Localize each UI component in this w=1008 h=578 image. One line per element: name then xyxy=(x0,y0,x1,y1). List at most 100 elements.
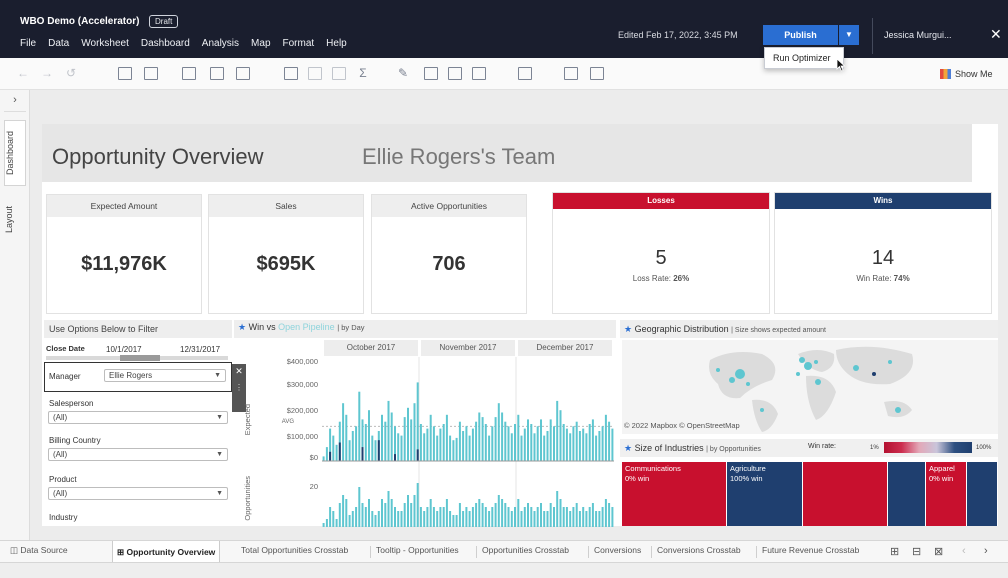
pipeline-bar[interactable] xyxy=(465,426,468,461)
opportunity-count-bar[interactable] xyxy=(345,499,348,527)
opportunity-count-bar[interactable] xyxy=(361,503,364,527)
pipeline-bar[interactable] xyxy=(452,440,455,461)
pipeline-bar[interactable] xyxy=(413,403,416,461)
pipeline-bar[interactable] xyxy=(325,447,328,461)
new-data-source-icon[interactable] xyxy=(182,67,196,80)
tab-tooltip-opportunities[interactable]: Tooltip - Opportunities xyxy=(376,545,459,555)
opportunity-count-bar[interactable] xyxy=(575,503,578,527)
pipeline-bar[interactable] xyxy=(332,435,335,461)
pipeline-bar[interactable] xyxy=(582,428,585,461)
opportunity-count-bar[interactable] xyxy=(439,507,442,527)
salesperson-select[interactable]: (All) ▼ xyxy=(48,411,228,424)
pipeline-bar[interactable] xyxy=(562,424,565,461)
expand-panel-icon[interactable]: › xyxy=(4,94,26,112)
fit-icon[interactable] xyxy=(472,67,486,80)
opportunity-count-bar[interactable] xyxy=(578,511,581,527)
tab-future-revenue-crosstab[interactable]: Future Revenue Crosstab xyxy=(762,545,859,555)
opportunity-count-bar[interactable] xyxy=(556,491,559,527)
opportunity-count-bar[interactable] xyxy=(325,519,328,527)
opportunity-count-bar[interactable] xyxy=(540,503,542,527)
opportunity-count-bar[interactable] xyxy=(371,511,374,527)
pipeline-bar[interactable] xyxy=(364,424,367,461)
pipeline-bar[interactable] xyxy=(400,435,403,461)
treemap-cell-apparel[interactable]: Apparel 0% win xyxy=(926,462,966,526)
opportunity-count-bar[interactable] xyxy=(416,483,419,527)
pipeline-bar[interactable] xyxy=(575,421,578,461)
opportunity-count-bar[interactable] xyxy=(394,507,396,527)
pipeline-bar[interactable] xyxy=(348,440,351,461)
pipeline-bar[interactable] xyxy=(569,433,572,461)
treemap-cell-communications[interactable]: Communications 0% win xyxy=(622,462,726,526)
win-bar[interactable] xyxy=(377,440,380,461)
pipeline-bar[interactable] xyxy=(368,410,370,461)
opportunity-count-bar[interactable] xyxy=(517,499,520,527)
menu-analysis[interactable]: Analysis xyxy=(202,38,239,49)
pipeline-bar[interactable] xyxy=(445,414,448,461)
menu-file[interactable]: File xyxy=(20,38,36,49)
opportunity-count-bar[interactable] xyxy=(452,515,455,527)
opportunity-count-bar[interactable] xyxy=(520,511,523,527)
opportunity-count-bar[interactable] xyxy=(390,499,393,527)
opportunity-count-bar[interactable] xyxy=(588,507,591,527)
tab-total-opportunities-crosstab[interactable]: Total Opportunities Crosstab xyxy=(241,545,348,555)
opportunity-count-bar[interactable] xyxy=(507,507,510,527)
opportunity-count-bar[interactable] xyxy=(569,511,572,527)
wins-card[interactable]: Wins 14 Win Rate: 74% xyxy=(774,192,992,314)
treemap-cell-agriculture[interactable]: Agriculture 100% win xyxy=(727,462,802,526)
pipeline-bar[interactable] xyxy=(588,424,591,461)
opportunity-count-bar[interactable] xyxy=(611,507,614,527)
pipeline-bar[interactable] xyxy=(510,433,513,461)
opportunity-count-bar[interactable] xyxy=(355,507,358,527)
pipeline-bar[interactable] xyxy=(611,428,614,461)
close-date-start[interactable]: 10/1/2017 xyxy=(106,345,142,354)
opportunity-count-bar[interactable] xyxy=(413,495,416,527)
opportunity-count-bar[interactable] xyxy=(591,503,594,527)
win-bar[interactable] xyxy=(338,442,341,462)
opportunity-count-bar[interactable] xyxy=(407,495,409,527)
treemap-cell[interactable] xyxy=(888,462,925,526)
tab-conversions[interactable]: Conversions xyxy=(594,545,641,555)
new-worksheet-icon[interactable]: ⊞ xyxy=(890,545,899,558)
treemap-cell[interactable] xyxy=(967,462,997,526)
pipeline-bar[interactable] xyxy=(397,433,400,461)
scroll-left-icon[interactable]: ‹ xyxy=(962,545,966,557)
opportunity-count-bar[interactable] xyxy=(582,507,585,527)
kpi-sales[interactable]: Sales $695K xyxy=(208,194,364,314)
opportunity-count-bar[interactable] xyxy=(491,507,494,527)
opportunity-count-bar[interactable] xyxy=(468,511,471,527)
close-date-end[interactable]: 12/31/2017 xyxy=(180,345,220,354)
opportunity-count-bar[interactable] xyxy=(484,507,487,527)
opportunity-count-bar[interactable] xyxy=(478,499,481,527)
opportunity-count-bar[interactable] xyxy=(432,507,435,527)
opportunity-count-bar[interactable] xyxy=(501,499,504,527)
pipeline-bar[interactable] xyxy=(578,431,581,461)
pipeline-bar[interactable] xyxy=(523,428,526,461)
tab-data-source[interactable]: ◫ Data Source xyxy=(10,545,68,556)
menu-worksheet[interactable]: Worksheet xyxy=(81,38,129,49)
pipeline-bar[interactable] xyxy=(407,407,409,461)
opportunity-count-bar[interactable] xyxy=(397,511,400,527)
opportunity-count-bar[interactable] xyxy=(335,519,338,527)
billing-country-select[interactable]: (All) ▼ xyxy=(48,448,228,461)
pipeline-bar[interactable] xyxy=(559,410,562,461)
opportunity-count-bar[interactable] xyxy=(549,503,552,527)
run-optimizer-menu-item[interactable]: Run Optimizer xyxy=(773,53,831,63)
opportunity-count-bar[interactable] xyxy=(608,503,611,527)
opportunity-count-bar[interactable] xyxy=(351,511,354,527)
pipeline-bar[interactable] xyxy=(585,433,588,461)
pipeline-bar[interactable] xyxy=(432,426,435,461)
opportunity-count-bar[interactable] xyxy=(384,503,387,527)
opportunity-count-bar[interactable] xyxy=(348,515,351,527)
menu-map[interactable]: Map xyxy=(251,38,270,49)
pipeline-bar[interactable] xyxy=(355,426,358,461)
totals-icon[interactable]: Σ xyxy=(356,67,370,80)
manager-select[interactable]: Ellie Rogers ▼ xyxy=(104,369,226,382)
opportunity-count-bar[interactable] xyxy=(436,511,439,527)
replay-icon[interactable]: ↺ xyxy=(64,67,78,80)
pipeline-bar[interactable] xyxy=(410,419,413,461)
opportunity-count-bar[interactable] xyxy=(546,511,549,527)
swap-rows-columns-icon[interactable] xyxy=(308,67,322,80)
opportunity-count-bar[interactable] xyxy=(342,495,345,527)
opportunity-count-bar[interactable] xyxy=(497,495,500,527)
opportunity-count-bar[interactable] xyxy=(510,511,513,527)
